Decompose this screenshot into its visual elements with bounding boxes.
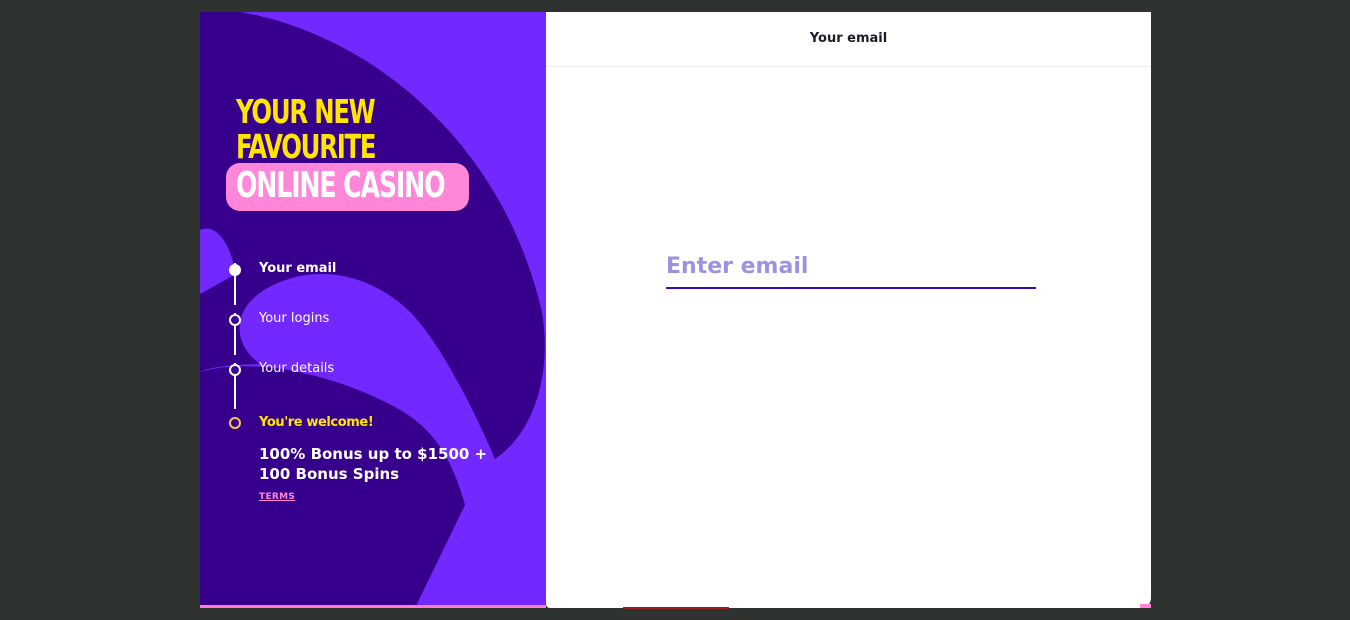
promo-panel: YOUR NEW FAVOURITE ONLINE CASINO Your em… bbox=[200, 12, 546, 608]
step-dot-details bbox=[229, 364, 241, 376]
bottom-accent-strip bbox=[200, 605, 546, 608]
step-dot-email bbox=[229, 264, 241, 276]
email-input[interactable] bbox=[666, 250, 1036, 287]
signup-modal: YOUR NEW FAVOURITE ONLINE CASINO Your em… bbox=[200, 12, 1151, 608]
headline-line-2: FAVOURITE bbox=[236, 127, 377, 166]
email-form-panel: Your email bbox=[546, 12, 1151, 608]
step-dot-logins bbox=[229, 314, 241, 326]
hero-headline: YOUR NEW FAVOURITE ONLINE CASINO bbox=[226, 92, 469, 211]
headline-line-3: ONLINE CASINO bbox=[236, 165, 446, 206]
form-header-title: Your email bbox=[546, 12, 1151, 67]
step-dot-welcome bbox=[229, 417, 241, 429]
step-label-email: Your email bbox=[259, 261, 337, 276]
step-label-welcome: You're welcome! bbox=[259, 415, 374, 430]
step-label-details: Your details bbox=[259, 361, 335, 376]
step-label-logins: Your logins bbox=[259, 311, 330, 326]
headline-line-1: YOUR NEW bbox=[236, 92, 376, 131]
terms-link[interactable]: TERMS bbox=[259, 492, 295, 502]
email-field-wrapper bbox=[666, 250, 1036, 289]
corner-accent bbox=[1140, 604, 1151, 608]
bonus-offer-text: 100% Bonus up to $1500 + 100 Bonus Spins bbox=[259, 445, 488, 483]
bottom-edge-mark bbox=[623, 607, 729, 609]
